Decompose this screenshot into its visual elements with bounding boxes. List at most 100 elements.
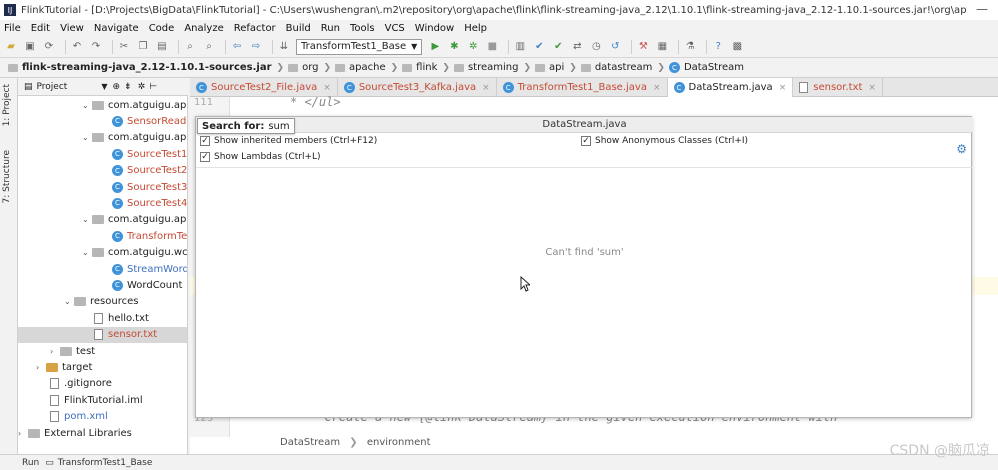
vcs-revert-icon[interactable]: ↺ xyxy=(608,40,622,54)
sdk-icon[interactable]: ⚗ xyxy=(683,40,697,54)
chevron-down-icon[interactable]: ⌄ xyxy=(64,297,74,306)
hide-icon[interactable]: ⊢ xyxy=(149,82,157,92)
chevron-down-icon[interactable]: ⌄ xyxy=(82,133,92,142)
run-icon[interactable]: ▶ xyxy=(428,40,442,54)
tree-file-node[interactable]: FlinkTutorial.iml xyxy=(50,392,143,408)
cut-icon[interactable]: ✂ xyxy=(117,40,131,54)
gear-icon[interactable]: ✲ xyxy=(138,82,146,92)
tree-folder-node[interactable]: ⌄ com.atguigu.wc xyxy=(82,245,187,261)
tree-file-node[interactable]: C SourceTest1_ xyxy=(112,146,187,162)
tree-folder-node[interactable]: › target xyxy=(36,359,92,375)
close-icon[interactable]: × xyxy=(653,83,661,93)
chevron-down-icon[interactable]: ⌄ xyxy=(82,215,92,224)
editor-tab[interactable]: C SourceTest3_Kafka.java × xyxy=(338,78,497,97)
find-icon[interactable]: ⌕ xyxy=(183,40,197,54)
tree-file-node[interactable]: C SourceTest3_ xyxy=(112,179,187,195)
project-tool-tab[interactable]: 1: Project xyxy=(2,84,12,126)
inherited-checkbox[interactable]: ✓ xyxy=(200,136,210,146)
status-run-config[interactable]: TransformTest1_Base xyxy=(58,458,153,468)
tree-folder-node[interactable]: ⌄ com.atguigu.apite xyxy=(82,97,187,113)
gear-icon[interactable]: ⚙ xyxy=(956,142,967,156)
forward-icon[interactable]: ↷ xyxy=(89,40,103,54)
show-inherited-option[interactable]: ✓ Show inherited members (Ctrl+F12) xyxy=(200,136,377,146)
breadcrumb-jar[interactable]: flink-streaming-java_2.12-1.10.1-sources… xyxy=(8,62,284,73)
breadcrumb-streaming[interactable]: streaming ❯ xyxy=(453,62,531,73)
structure-tool-tab[interactable]: 7: Structure xyxy=(2,150,12,204)
tree-folder-node[interactable]: ⌄ com.atguigu.apite xyxy=(82,130,187,146)
open-folder-icon[interactable]: ▰ xyxy=(4,40,18,54)
tree-file-node[interactable]: pom.xml xyxy=(50,409,108,425)
chevron-right-icon[interactable]: › xyxy=(18,429,28,438)
menu-tools[interactable]: Tools xyxy=(350,23,375,34)
tree-file-node[interactable]: C TransformTes xyxy=(112,228,187,244)
tree-file-node[interactable]: sensor.txt xyxy=(18,326,187,343)
breadcrumb-flink[interactable]: flink ❯ xyxy=(402,62,450,73)
locate-icon[interactable]: ⊕ xyxy=(112,82,120,92)
menu-run[interactable]: Run xyxy=(321,23,340,34)
vcs-update-icon[interactable]: ✔ xyxy=(532,40,546,54)
editor-tab[interactable]: C DataStream.java × xyxy=(667,78,794,97)
tree-folder-node[interactable]: › test xyxy=(50,343,95,359)
coverage-icon[interactable]: ✲ xyxy=(466,40,480,54)
collapse-icon[interactable]: ⇟ xyxy=(124,82,132,92)
minimize-button[interactable]: — xyxy=(976,2,988,16)
breadcrumb-org[interactable]: org ❯ xyxy=(288,62,331,73)
file-structure-popup[interactable]: DataStream.java Search for: sum ✓ Show i… xyxy=(195,116,973,418)
tree-file-node[interactable]: C StreamWordC xyxy=(112,261,187,277)
menu-file[interactable]: File xyxy=(4,23,21,34)
project-structure-icon[interactable]: ▦ xyxy=(655,40,669,54)
back-icon[interactable]: ↶ xyxy=(70,40,84,54)
chevron-right-icon[interactable]: › xyxy=(50,347,60,356)
close-icon[interactable]: × xyxy=(868,83,876,93)
menu-window[interactable]: Window xyxy=(415,23,454,34)
menu-view[interactable]: View xyxy=(60,23,84,34)
close-icon[interactable]: × xyxy=(323,83,331,93)
editor-tab[interactable]: C TransformTest1_Base.java × xyxy=(497,78,668,97)
vcs-compare-icon[interactable]: ⇄ xyxy=(570,40,584,54)
run-config-select[interactable]: TransformTest1_Base ▼ xyxy=(296,38,423,55)
paste-icon[interactable]: ▤ xyxy=(155,40,169,54)
tree-file-node[interactable]: C SensorReadir xyxy=(112,113,187,129)
tree-file-node[interactable]: hello.txt xyxy=(94,310,149,326)
tree-file-node[interactable]: C SourceTest2_ xyxy=(112,163,187,179)
debug-icon[interactable]: ✱ xyxy=(447,40,461,54)
nav-forward-icon[interactable]: ⇨ xyxy=(249,40,263,54)
menu-build[interactable]: Build xyxy=(286,23,311,34)
tree-folder-node[interactable]: ⌄ com.atguigu.apite xyxy=(82,212,187,228)
save-icon[interactable]: ▣ xyxy=(23,40,37,54)
replace-icon[interactable]: ⌕ xyxy=(202,40,216,54)
tree-folder-node[interactable]: › External Libraries xyxy=(18,425,132,441)
show-lambdas-option[interactable]: ✓ Show Lambdas (Ctrl+L) xyxy=(200,152,321,162)
breadcrumb-api[interactable]: api ❯ xyxy=(535,62,577,73)
lambdas-checkbox[interactable]: ✓ xyxy=(200,152,210,162)
menu-analyze[interactable]: Analyze xyxy=(184,23,223,34)
build-icon[interactable]: ⇊ xyxy=(277,40,291,54)
breadcrumb-class[interactable]: C DataStream xyxy=(668,62,744,73)
tree-file-node[interactable]: C SourceTest4_ xyxy=(112,195,187,211)
show-anonymous-option[interactable]: ✓ Show Anonymous Classes (Ctrl+I) xyxy=(581,136,748,146)
breadcrumb-datastream[interactable]: datastream ❯ xyxy=(580,62,665,73)
plugin-icon[interactable]: ▩ xyxy=(730,40,744,54)
breadcrumb-apache[interactable]: apache ❯ xyxy=(335,62,398,73)
help-icon[interactable]: ? xyxy=(711,40,725,54)
structure-icon[interactable]: ▥ xyxy=(513,40,527,54)
chevron-down-icon[interactable]: ⌄ xyxy=(82,248,92,257)
editor-tab[interactable]: sensor.txt × xyxy=(793,78,883,97)
vcs-history-icon[interactable]: ◷ xyxy=(589,40,603,54)
sync-icon[interactable]: ⟳ xyxy=(42,40,56,54)
copy-icon[interactable]: ❐ xyxy=(136,40,150,54)
vcs-commit-icon[interactable]: ✔ xyxy=(551,40,565,54)
chevron-right-icon[interactable]: › xyxy=(36,363,46,372)
editor-crumb[interactable]: environment xyxy=(367,437,431,448)
project-view-label[interactable]: Project xyxy=(37,82,68,92)
run-tool-label[interactable]: Run xyxy=(22,458,39,468)
nav-back-icon[interactable]: ⇦ xyxy=(230,40,244,54)
tree-folder-node[interactable]: ⌄ resources xyxy=(64,294,138,310)
search-for-box[interactable]: Search for: sum xyxy=(197,118,295,134)
menu-help[interactable]: Help xyxy=(464,23,487,34)
settings-icon[interactable]: ⚒ xyxy=(636,40,650,54)
close-icon[interactable]: × xyxy=(482,83,490,93)
anonymous-checkbox[interactable]: ✓ xyxy=(581,136,591,146)
menu-refactor[interactable]: Refactor xyxy=(234,23,276,34)
menu-code[interactable]: Code xyxy=(149,23,175,34)
